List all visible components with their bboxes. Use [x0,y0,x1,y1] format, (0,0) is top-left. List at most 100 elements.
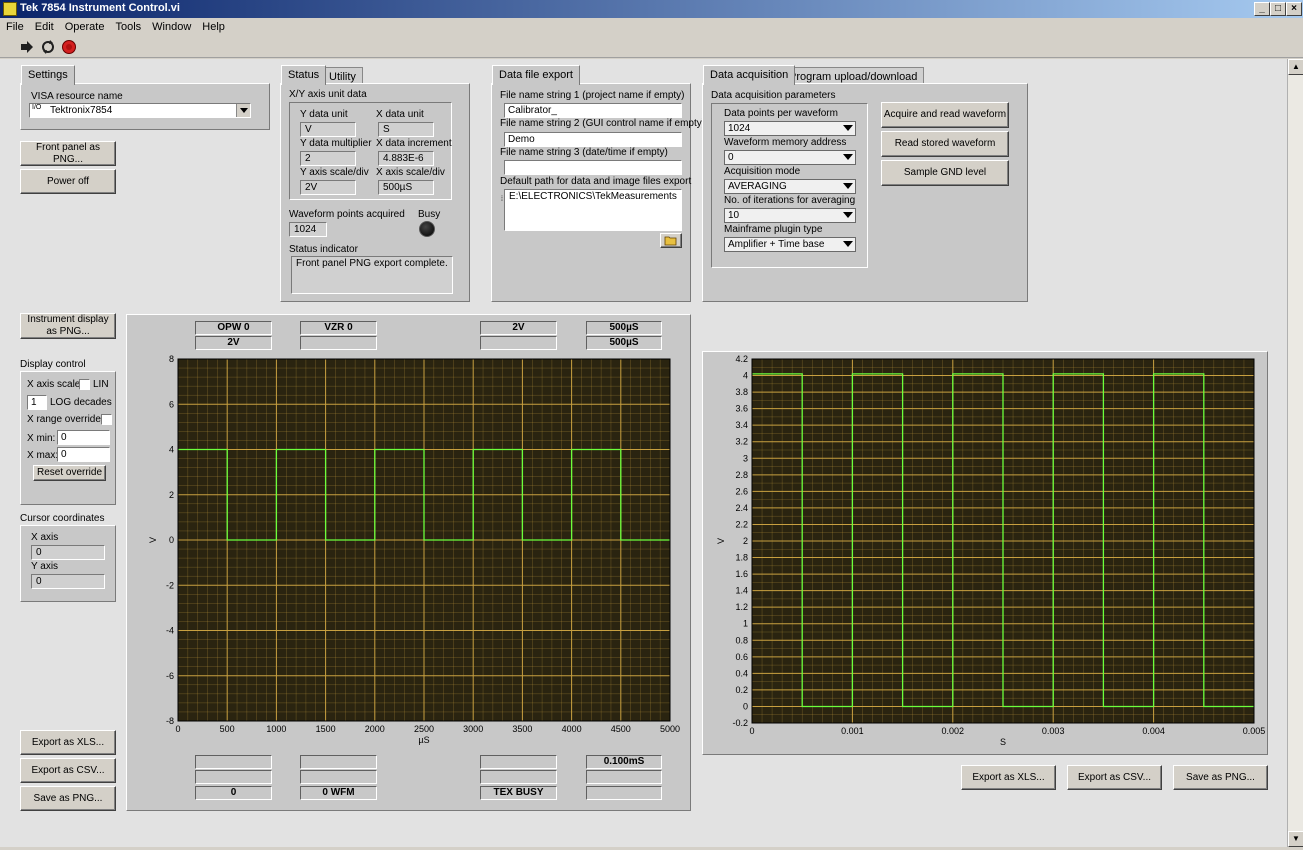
file-string1-input[interactable]: Calibrator_ [504,103,682,118]
right-export-csv-button[interactable]: Export as CSV... [1067,765,1162,790]
plugin-type-value: Amplifier + Time base [728,239,825,250]
file-string3-input[interactable] [504,160,682,175]
file-string2-label: File name string 2 (GUI control name if … [500,118,706,129]
run-continuously-icon[interactable] [40,39,56,55]
x-min-label: X min: [27,433,56,444]
left-save-png-button[interactable]: Save as PNG... [20,786,116,811]
y-tick-label: -8 [166,716,174,726]
acquire-read-button[interactable]: Acquire and read waveform [881,102,1009,128]
y-tick-label: -2 [166,580,174,590]
display-control-panel: X axis scale: LIN 1 LOG decades X range … [20,371,116,505]
left-export-csv-button[interactable]: Export as CSV... [20,758,116,783]
abort-icon[interactable] [61,39,77,55]
tab-settings[interactable]: Settings [21,65,75,85]
visa-resource-field[interactable]: I/O Tektronix7854 [29,103,251,118]
y-data-unit-value: V [300,122,356,137]
x-axis-scale-label: X axis scale: [27,379,84,390]
log-decades-input[interactable]: 1 [27,395,47,410]
tab-status[interactable]: Status [281,65,327,85]
vertical-scrollbar[interactable]: ▲ ▼ [1287,59,1303,847]
y-tick-label: -6 [166,671,174,681]
plugin-type-select[interactable]: Amplifier + Time base [724,237,856,252]
sample-gnd-button[interactable]: Sample GND level [881,160,1009,186]
y-tick-label: 4 [743,371,748,381]
waveform-chart[interactable]: 0 0.001 0.002 0.003 0.004 0.005 4.2 4 3.8 3.6 3.4 3… [702,351,1268,755]
readout-box [195,770,272,784]
export-panel: File name string 1 (project name if empt… [491,83,705,302]
cursor-x-value: 0 [31,545,105,560]
file-string2-input[interactable]: Demo [504,132,682,147]
menu-file[interactable]: File [0,18,29,33]
read-stored-button[interactable]: Read stored waveform [881,131,1009,157]
xy-unit-title: X/Y axis unit data [289,89,367,100]
x-min-input[interactable]: 0 [57,430,110,445]
left-export-xls-button[interactable]: Export as XLS... [20,730,116,755]
x-axis-label: µS [418,735,429,745]
waveform-points-value: 1024 [289,222,327,237]
acq-params-label: Data acquisition parameters [711,90,836,101]
path-prefix-icon: ⁞ [501,196,503,203]
x-tick-label: 4500 [611,724,631,734]
x-axis-label: S [1000,737,1006,747]
default-path-input[interactable]: E:\ELECTRONICS\TekMeasurements [504,189,682,231]
y-tick-label: 2 [169,490,174,500]
scope-chart[interactable]: 0 500 1000 1500 2000 2500 3000 3500 4000 4500 5000… [136,351,684,755]
y-axis-label: V [716,538,726,544]
instrument-display-png-button[interactable]: Instrument display as PNG... [20,313,116,339]
x-tick-label: 0.004 [1142,726,1165,736]
y-tick-label: -0.2 [732,718,748,728]
readout-box [300,336,377,350]
power-off-button[interactable]: Power off [20,169,116,194]
y-tick-label: 3.8 [735,387,748,397]
memory-address-select[interactable]: 0 [724,150,856,165]
minimize-button[interactable]: _ [1254,2,1270,16]
y-tick-label: 3 [743,453,748,463]
y-scale-value: 2V [300,180,356,195]
x-range-override-label: X range override: [27,414,104,425]
x-max-input[interactable]: 0 [57,447,110,462]
maximize-button[interactable]: □ [1270,2,1286,16]
menu-operate[interactable]: Operate [59,18,110,33]
y-tick-label: 2.4 [735,503,748,513]
y-tick-label: 1.8 [735,553,748,563]
data-points-select[interactable]: 1024 [724,121,856,136]
menu-window[interactable]: Window [146,18,196,33]
lin-checkbox[interactable] [79,379,90,390]
y-tick-label: 4 [169,445,174,455]
reset-override-button[interactable]: Reset override [33,465,106,481]
title-bar: Tek 7854 Instrument Control.vi _ □ × [0,0,1303,18]
xy-unit-group: Y data unit V X data unit S Y data multi… [289,102,452,200]
visa-dropdown-icon[interactable] [236,104,250,117]
y-scale-label: Y axis scale/div [300,167,369,178]
x-range-override-checkbox[interactable] [101,414,112,425]
cursor-coordinates-label: Cursor coordinates [20,513,105,524]
close-button[interactable]: × [1286,2,1302,16]
readout-box [480,336,557,350]
x-tick-label: 0.005 [1243,726,1266,736]
x-increment-label: X data increment [376,138,452,149]
menu-tools[interactable]: Tools [109,18,146,33]
y-tick-label: 3.4 [735,420,748,430]
acq-mode-select[interactable]: AVERAGING [724,179,856,194]
scroll-up-icon[interactable]: ▲ [1288,59,1303,75]
readout-box: 500µS [586,336,662,350]
menu-bar: File Edit Operate Tools Window Help [0,18,1303,36]
right-save-png-button[interactable]: Save as PNG... [1173,765,1268,790]
front-panel-png-button[interactable]: Front panel as PNG... [20,141,116,166]
tab-data-file-export[interactable]: Data file export [492,65,580,85]
right-export-xls-button[interactable]: Export as XLS... [961,765,1056,790]
x-tick-label: 5000 [660,724,680,734]
run-arrow-icon[interactable] [20,40,34,54]
tab-data-acquisition[interactable]: Data acquisition [703,65,796,85]
menu-edit[interactable]: Edit [29,18,59,33]
readout-box [480,770,557,784]
iterations-label: No. of iterations for averaging [724,195,856,206]
y-tick-label: 6 [169,399,174,409]
scroll-down-icon[interactable]: ▼ [1288,831,1303,847]
browse-folder-button[interactable] [660,233,682,248]
menu-help[interactable]: Help [196,18,230,33]
y-tick-label: 4.2 [735,354,748,364]
y-tick-label: 2.6 [735,486,748,496]
log-decades-label: LOG decades [50,397,112,408]
iterations-select[interactable]: 10 [724,208,856,223]
